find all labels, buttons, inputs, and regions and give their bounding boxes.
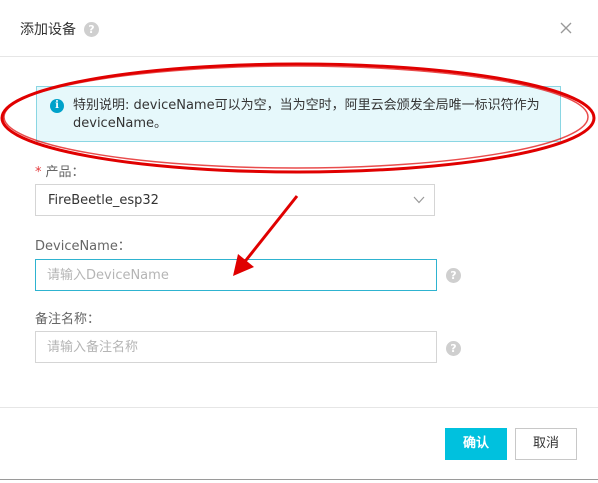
product-select-value: FireBeetle_esp32 (48, 193, 159, 208)
close-icon[interactable] (558, 20, 574, 36)
remark-name-help-icon[interactable]: ? (446, 341, 461, 356)
device-name-help-icon[interactable]: ? (446, 268, 461, 283)
notice-text: 特别说明: deviceName可以为空，当为空时，阿里云会颁发全局唯一标识符作… (73, 98, 540, 131)
remark-name-input[interactable] (35, 331, 437, 363)
product-label-text: 产品： (45, 165, 85, 180)
chevron-down-icon (413, 196, 425, 204)
question-mark-icon[interactable]: ? (84, 22, 99, 37)
device-name-input[interactable] (35, 259, 437, 291)
remark-name-label: 备注名称： (35, 312, 101, 327)
info-notice: i 特别说明: deviceName可以为空，当为空时，阿里云会颁发全局唯一标识… (36, 86, 561, 142)
add-device-dialog: 添加设备 ? i 特别说明: deviceName可以为空，当为空时，阿里云会颁… (0, 0, 598, 480)
device-name-label: DeviceName： (35, 239, 131, 254)
info-icon: i (50, 99, 64, 113)
footer-divider (0, 407, 598, 408)
product-select[interactable]: FireBeetle_esp32 (35, 184, 435, 216)
cancel-button[interactable]: 取消 (515, 428, 577, 460)
product-label: * 产品： (35, 161, 85, 180)
dialog-header: 添加设备 ? (0, 0, 598, 57)
required-mark: * (35, 165, 42, 180)
confirm-button[interactable]: 确认 (445, 428, 507, 460)
dialog-title: 添加设备 (20, 22, 76, 38)
